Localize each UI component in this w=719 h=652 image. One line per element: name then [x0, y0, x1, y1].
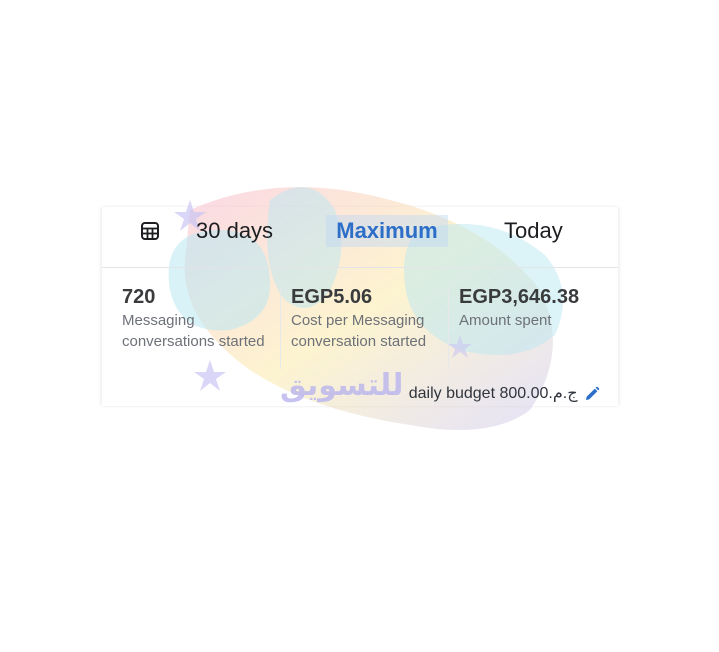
tab-today[interactable]: Today — [504, 215, 563, 247]
metric-divider — [448, 287, 449, 369]
metric-value: EGP3,646.38 — [459, 286, 580, 308]
tab-30-days[interactable]: 30 days — [196, 215, 273, 247]
metric-amount-spent: EGP3,646.38 Amount spent — [459, 285, 614, 331]
metric-conversations: 720 Messaging conversations started — [122, 285, 272, 352]
metric-label: Messaging conversations started — [122, 312, 265, 350]
metric-value: EGP5.06 — [291, 286, 373, 308]
table-icon[interactable] — [140, 221, 160, 241]
ad-stats-card: 30 days Maximum Today 720 Messaging conv… — [102, 207, 618, 406]
metric-cost-per-conversation: EGP5.06 Cost per Messaging conversation … — [291, 285, 451, 352]
screenshot-stage: 30 days Maximum Today 720 Messaging conv… — [0, 0, 719, 652]
metric-label: Cost per Messaging conversation started — [291, 312, 427, 350]
daily-budget-link[interactable]: daily budget 800.00.ج.م — [409, 383, 600, 405]
date-range-tabs: 30 days Maximum Today — [102, 207, 618, 268]
metric-value: 720 — [122, 286, 156, 308]
tab-maximum[interactable]: Maximum — [326, 215, 448, 247]
pencil-icon[interactable] — [584, 386, 600, 402]
metric-label: Amount spent — [459, 312, 552, 329]
daily-budget-text: daily budget 800.00.ج.م — [408, 385, 578, 402]
metric-divider — [280, 287, 281, 369]
